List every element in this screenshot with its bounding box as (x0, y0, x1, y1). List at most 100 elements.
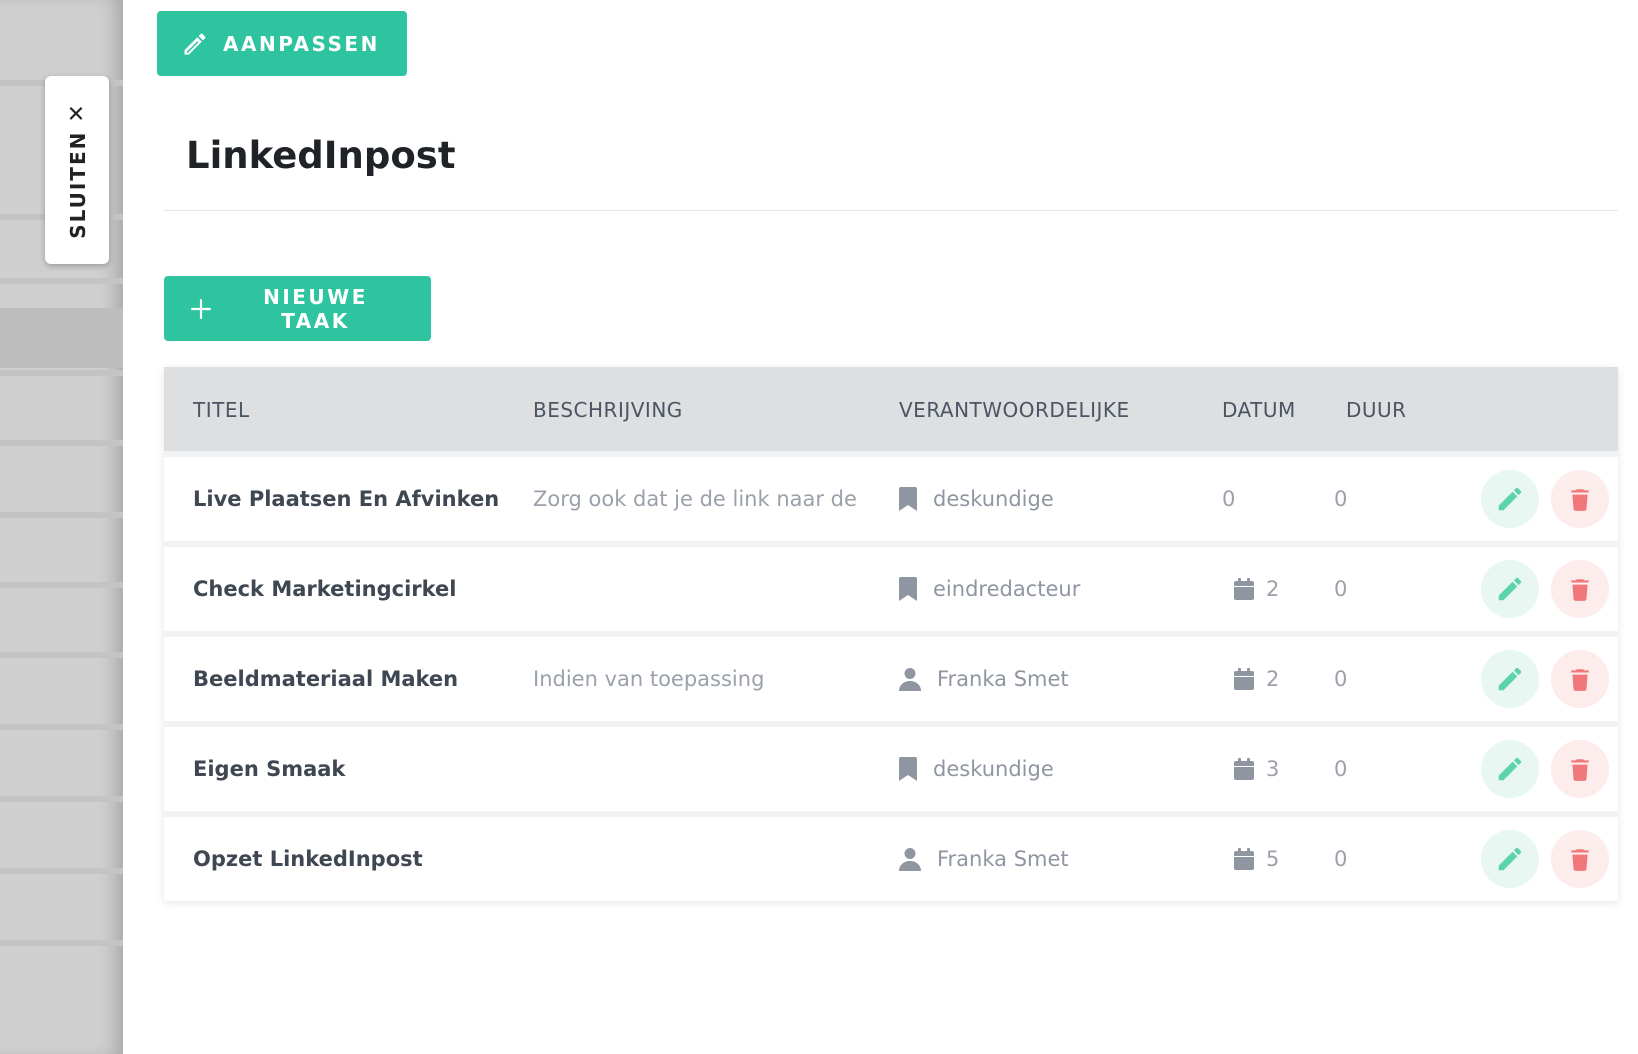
pencil-icon (1495, 754, 1525, 784)
task-date: 3 (1234, 727, 1279, 811)
column-header-description[interactable]: BESCHRIJVING (533, 398, 683, 422)
bookmark-icon (899, 577, 917, 601)
backdrop-divider (0, 370, 123, 376)
task-description (533, 817, 863, 901)
task-description: Zorg ook dat je de link naar de ... (533, 487, 863, 511)
date-value: 2 (1266, 667, 1280, 691)
table-row[interactable]: Eigen Smaak deskundige 3 0 (164, 727, 1618, 811)
user-icon (899, 667, 921, 691)
calendar-icon (1234, 848, 1254, 870)
new-task-label: NIEUWE TAAK (263, 284, 368, 333)
backdrop-row-highlight (0, 308, 123, 368)
task-duration: 0 (1334, 487, 1348, 511)
task-responsible: deskundige (899, 457, 1054, 541)
table-row[interactable]: Live Plaatsen En Afvinken Zorg ook dat j… (164, 457, 1618, 541)
date-value: 5 (1266, 847, 1280, 871)
title-divider (163, 210, 1618, 211)
backdrop-divider (0, 796, 123, 802)
task-responsible: Franka Smet (899, 817, 1069, 901)
pencil-icon (1495, 574, 1525, 604)
task-duration: 0 (1334, 847, 1348, 871)
backdrop-divider (0, 868, 123, 874)
backdrop-divider (0, 582, 123, 588)
bookmark-icon (899, 487, 917, 511)
task-description: Indien van toepassing (533, 667, 765, 691)
delete-task-button[interactable] (1551, 650, 1609, 708)
table-body: Live Plaatsen En Afvinken Zorg ook dat j… (164, 457, 1618, 901)
task-date: 2 (1234, 637, 1279, 721)
task-duration: 0 (1334, 577, 1348, 601)
table-row[interactable]: Check Marketingcirkel eindredacteur 2 0 (164, 547, 1618, 631)
backdrop-divider (0, 278, 123, 284)
delete-task-button[interactable] (1551, 740, 1609, 798)
task-responsible: deskundige (899, 727, 1054, 811)
pencil-icon (1495, 484, 1525, 514)
plus-icon (188, 296, 214, 322)
edit-task-button[interactable] (1481, 830, 1539, 888)
user-icon (899, 847, 921, 871)
task-duration: 0 (1334, 667, 1348, 691)
edit-task-button[interactable] (1481, 470, 1539, 528)
date-value: 0 (1222, 487, 1236, 511)
edit-button[interactable]: AANPASSEN (157, 11, 407, 76)
delete-task-button[interactable] (1551, 470, 1609, 528)
trash-icon (1567, 485, 1593, 513)
edit-task-button[interactable] (1481, 740, 1539, 798)
backdrop-divider (0, 440, 123, 446)
calendar-icon (1234, 758, 1254, 780)
task-date: 5 (1234, 817, 1279, 901)
backdrop-divider (0, 652, 123, 658)
pencil-icon (1495, 664, 1525, 694)
task-description (533, 547, 863, 631)
task-table: TITEL BESCHRIJVING VERANTWOORDELIJKE DAT… (164, 367, 1618, 901)
edit-button-label: AANPASSEN (223, 31, 380, 56)
date-value: 3 (1266, 757, 1280, 781)
trash-icon (1567, 845, 1593, 873)
task-responsible: Franka Smet (899, 637, 1069, 721)
pencil-icon (181, 30, 209, 58)
column-header-title[interactable]: TITEL (193, 398, 250, 422)
trash-icon (1567, 755, 1593, 783)
table-row[interactable]: Opzet LinkedInpost Franka Smet 5 0 (164, 817, 1618, 901)
responsible-label: Franka Smet (937, 847, 1069, 871)
backdrop-divider (0, 724, 123, 730)
close-panel-tab[interactable]: SLUITEN ✕ (45, 76, 109, 264)
backdrop-divider (0, 512, 123, 518)
delete-task-button[interactable] (1551, 560, 1609, 618)
column-header-date[interactable]: DATUM (1222, 398, 1296, 422)
close-tab-label: SLUITEN (65, 130, 90, 239)
task-title: Check Marketingcirkel (193, 577, 457, 601)
edit-task-button[interactable] (1481, 650, 1539, 708)
new-task-button[interactable]: NIEUWE TAAK (164, 276, 431, 341)
table-header: TITEL BESCHRIJVING VERANTWOORDELIJKE DAT… (164, 367, 1618, 451)
task-description (533, 727, 863, 811)
backdrop-divider (0, 940, 123, 946)
task-responsible: eindredacteur (899, 547, 1080, 631)
delete-task-button[interactable] (1551, 830, 1609, 888)
task-title: Beeldmateriaal Maken (193, 667, 459, 691)
task-panel: AANPASSEN LinkedInpost NIEUWE TAAK TITEL… (123, 0, 1638, 1054)
edit-task-button[interactable] (1481, 560, 1539, 618)
trash-icon (1567, 575, 1593, 603)
responsible-label: Franka Smet (937, 667, 1069, 691)
pencil-icon (1495, 844, 1525, 874)
trash-icon (1567, 665, 1593, 693)
task-date: 2 (1234, 547, 1279, 631)
close-icon: ✕ (64, 101, 90, 123)
task-title: Live Plaatsen En Afvinken (193, 487, 500, 511)
date-value: 2 (1266, 577, 1280, 601)
responsible-label: eindredacteur (933, 577, 1081, 601)
page-title: LinkedInpost (186, 134, 456, 177)
column-header-responsible[interactable]: VERANTWOORDELIJKE (899, 398, 1130, 422)
calendar-icon (1234, 578, 1254, 600)
bookmark-icon (899, 757, 917, 781)
table-row[interactable]: Beeldmateriaal Maken Indien van toepassi… (164, 637, 1618, 721)
task-title: Eigen Smaak (193, 757, 346, 781)
column-header-duration[interactable]: DUUR (1346, 398, 1407, 422)
responsible-label: deskundige (933, 487, 1054, 511)
responsible-label: deskundige (933, 757, 1054, 781)
task-title: Opzet LinkedInpost (193, 847, 423, 871)
task-date: 0 (1222, 457, 1235, 541)
dimmed-backdrop: SLUITEN ✕ (0, 0, 123, 1054)
calendar-icon (1234, 668, 1254, 690)
